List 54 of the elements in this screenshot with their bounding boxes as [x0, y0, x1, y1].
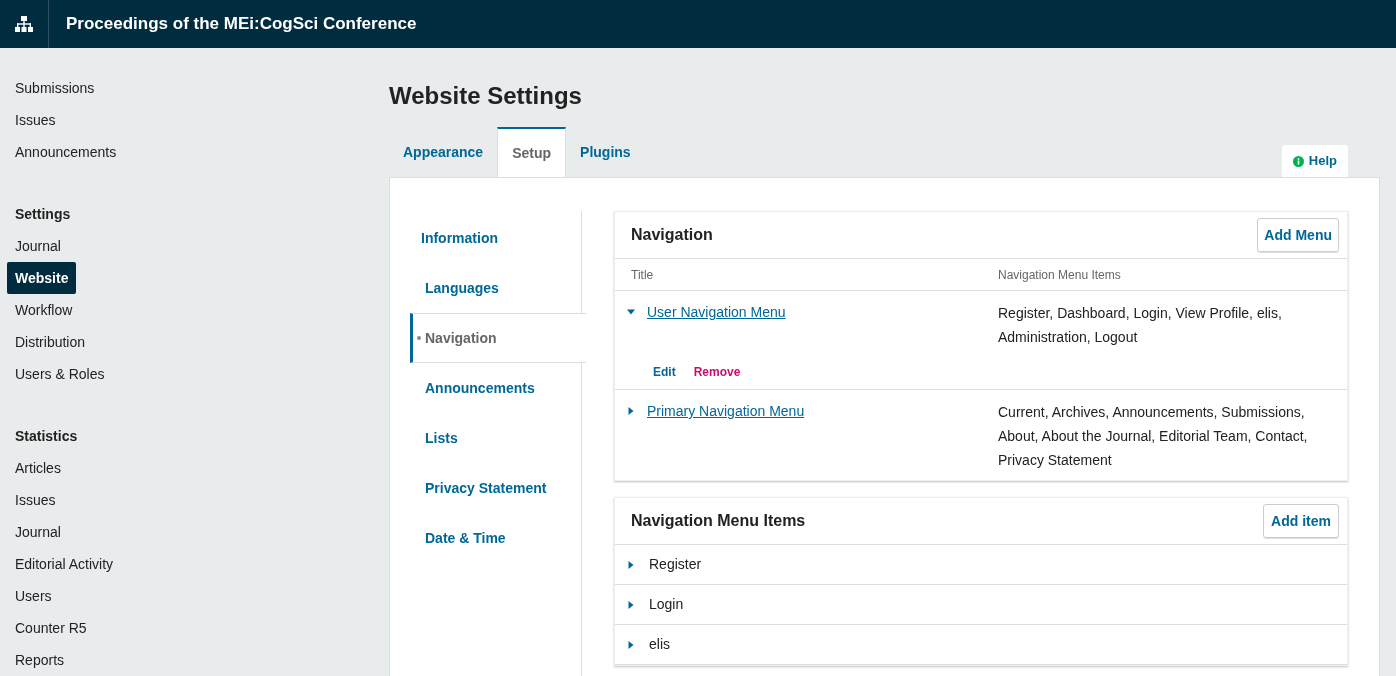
caret-right-icon[interactable] — [627, 640, 635, 649]
add-menu-button[interactable]: Add Menu — [1257, 218, 1339, 252]
sidebar-item[interactable]: Workflow — [7, 294, 81, 326]
tab[interactable]: Appearance — [389, 127, 498, 177]
sidebar-item[interactable]: Reports — [7, 644, 73, 676]
menu-items-text: Register, Dashboard, Login, View Profile, elis, Administration, Logout — [998, 304, 1283, 347]
menu-title-link[interactable]: User Navigation Menu — [647, 302, 786, 323]
page-title: Website Settings — [389, 84, 583, 108]
caret-right-icon[interactable] — [627, 560, 635, 569]
sidebar-item[interactable]: Distribution — [7, 326, 94, 358]
edit-button[interactable]: Edit — [651, 363, 678, 381]
section-heading: Statistics — [14, 427, 79, 446]
add-item-button[interactable]: Add item — [1263, 504, 1339, 538]
column-header: Title — [631, 266, 655, 284]
menu-item-label[interactable]: Register — [649, 554, 702, 575]
sidebar-item[interactable]: Issues — [7, 484, 64, 516]
settings-nav-item[interactable]: Information — [410, 213, 581, 263]
settings-nav-item[interactable]: Lists — [410, 413, 581, 463]
sidebar-item[interactable]: Issues — [7, 104, 64, 136]
sidebar-item[interactable]: Announcements — [7, 136, 125, 168]
sidebar-item[interactable]: Website — [7, 262, 77, 294]
info-icon — [1292, 155, 1304, 167]
column-header: Navigation Menu Items — [998, 266, 1121, 284]
site-title: Proceedings of the MEi:CogSci Conference — [66, 13, 417, 36]
caret-right-icon[interactable] — [627, 407, 635, 415]
remove-button[interactable]: Remove — [691, 363, 743, 381]
panel-title: Navigation — [631, 225, 713, 245]
settings-nav-item[interactable]: Languages — [410, 263, 581, 313]
sidebar-item[interactable]: Users — [7, 580, 60, 612]
section-heading: Settings — [14, 205, 72, 224]
help-label: Help — [1308, 152, 1337, 171]
menu-item-label[interactable]: Login — [649, 594, 684, 615]
help-button[interactable]: Help — [1281, 145, 1348, 177]
sidebar-item[interactable]: Submissions — [7, 72, 103, 104]
panel-title: Navigation Menu Items — [631, 511, 806, 531]
settings-nav-item[interactable]: Date & Time — [410, 513, 581, 563]
caret-down-icon[interactable] — [627, 308, 635, 316]
settings-nav-item[interactable]: Privacy Statement — [410, 463, 581, 513]
tab[interactable]: Plugins — [566, 127, 645, 177]
menu-item-label[interactable]: elis — [649, 634, 670, 655]
settings-nav-item[interactable]: Announcements — [410, 363, 581, 413]
sidebar-item[interactable]: Editorial Activity — [7, 548, 122, 580]
sidebar-item[interactable]: Journal — [7, 230, 69, 262]
menu-title-link[interactable]: Primary Navigation Menu — [647, 401, 805, 422]
tab[interactable]: Setup — [497, 127, 567, 177]
sidebar-item[interactable]: Journal — [7, 516, 69, 548]
sidebar-item[interactable]: Counter R5 — [7, 612, 95, 644]
sitemap-icon[interactable] — [15, 16, 33, 32]
sidebar-item[interactable]: Articles — [7, 452, 69, 484]
sidebar-item[interactable]: Users & Roles — [7, 358, 113, 390]
bullet-icon — [417, 336, 421, 340]
caret-right-icon[interactable] — [627, 600, 635, 609]
menu-items-text: Current, Archives, Announcements, Submissions, About, About the Journal, Editorial Team, Contact, Privacy Statement — [998, 403, 1309, 470]
settings-nav-item[interactable]: Navigation — [410, 313, 586, 363]
